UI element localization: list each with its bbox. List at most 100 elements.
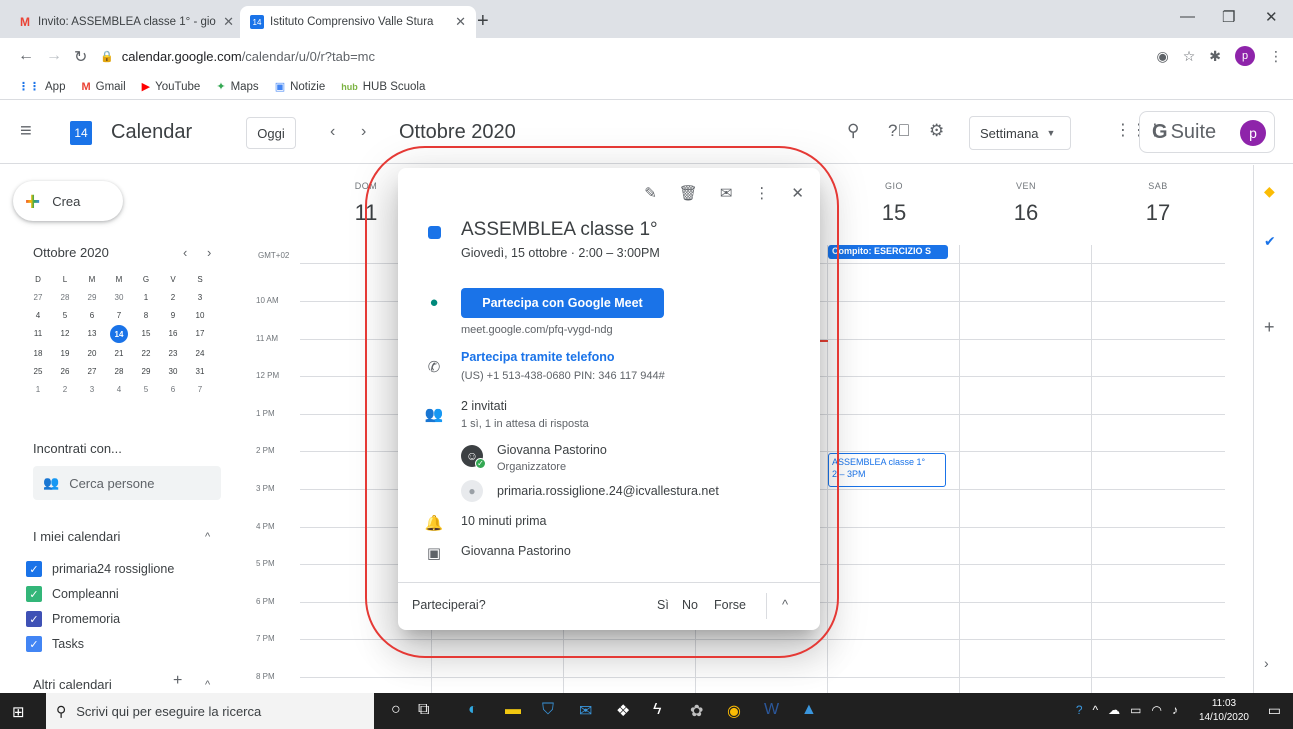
mini-calendar-day[interactable]: 30: [162, 363, 184, 379]
store-icon[interactable]: ⛉: [542, 701, 554, 719]
mini-calendar-day[interactable]: 9: [162, 307, 184, 323]
edit-icon[interactable]: ✎: [644, 184, 657, 202]
calendar-item[interactable]: ✓ Promemoria: [26, 611, 120, 627]
calendar-item[interactable]: ✓ Tasks: [26, 636, 84, 652]
mini-calendar-day[interactable]: 31: [189, 363, 211, 379]
profile-avatar[interactable]: p: [1235, 46, 1255, 66]
back-icon[interactable]: ←: [18, 47, 34, 65]
bookmark-maps[interactable]: ✦ Maps: [216, 80, 258, 94]
address-bar[interactable]: 🔒 calendar.google.com/calendar/u/0/r?tab…: [100, 42, 1260, 70]
restore-icon[interactable]: ❐: [1222, 8, 1235, 26]
task-view-icon[interactable]: ⧉: [418, 701, 429, 719]
mini-calendar-day[interactable]: 5: [54, 307, 76, 323]
bookmark-hub-scuola[interactable]: hub HUB Scuola: [341, 81, 425, 93]
mini-calendar-day[interactable]: 3: [189, 289, 211, 305]
eye-icon[interactable]: ◉: [1156, 48, 1168, 65]
event-chip[interactable]: ASSEMBLEA classe 1° 2 – 3PM: [828, 453, 946, 487]
keep-icon[interactable]: ◆: [1264, 183, 1275, 200]
mini-calendar-day[interactable]: 4: [27, 307, 49, 323]
windows-start-icon[interactable]: ⊞: [12, 703, 25, 721]
bookmark-apps[interactable]: ⋮⋮ App: [18, 80, 65, 94]
cortana-icon[interactable]: ○: [391, 701, 401, 719]
mini-calendar-day[interactable]: 3: [81, 381, 103, 397]
mini-calendar-day[interactable]: 20: [81, 345, 103, 361]
app-icon[interactable]: ϟ: [653, 701, 661, 719]
join-by-phone-link[interactable]: Partecipa tramite telefono: [461, 350, 615, 364]
mini-calendar-day[interactable]: 28: [54, 289, 76, 305]
mini-calendar-day[interactable]: 29: [81, 289, 103, 305]
forward-icon[interactable]: →: [46, 47, 62, 65]
next-week-icon[interactable]: ›: [361, 123, 366, 141]
star-icon[interactable]: ☆: [1183, 48, 1196, 65]
today-button[interactable]: Oggi: [246, 117, 296, 149]
create-button[interactable]: + Crea: [13, 181, 123, 221]
rsvp-yes-button[interactable]: Sì: [657, 598, 669, 612]
join-meet-button[interactable]: Partecipa con Google Meet: [461, 288, 664, 318]
mini-calendar-day[interactable]: 13: [81, 325, 103, 341]
mini-calendar-day[interactable]: 29: [135, 363, 157, 379]
mini-calendar-day[interactable]: 4: [108, 381, 130, 397]
mini-calendar-day[interactable]: 7: [108, 307, 130, 323]
rsvp-no-button[interactable]: No: [682, 598, 698, 612]
system-clock[interactable]: 11:03 14/10/2020: [1199, 697, 1249, 725]
mini-calendar-day[interactable]: 16: [162, 325, 184, 341]
settings-gear-icon[interactable]: ⚙: [929, 121, 944, 141]
mini-calendar-day[interactable]: 30: [108, 289, 130, 305]
word-icon[interactable]: W: [764, 701, 779, 719]
close-icon[interactable]: ✕: [223, 14, 234, 30]
close-icon[interactable]: ✕: [455, 14, 466, 30]
checkbox-icon[interactable]: ✓: [26, 636, 42, 652]
guest-email[interactable]: primaria.rossiglione.24@icvallestura.net: [497, 484, 719, 498]
mini-calendar-day[interactable]: 18: [27, 345, 49, 361]
expand-panel-icon[interactable]: ›: [1264, 655, 1269, 671]
checkbox-icon[interactable]: ✓: [26, 586, 42, 602]
menu-icon[interactable]: ⋮: [1269, 48, 1283, 65]
checkbox-icon[interactable]: ✓: [26, 561, 42, 577]
mini-calendar-day[interactable]: 8: [135, 307, 157, 323]
search-people-input[interactable]: 👥 Cerca persone: [33, 466, 221, 500]
new-tab-button[interactable]: +: [477, 10, 489, 33]
network-icon[interactable]: ◠: [1152, 703, 1162, 717]
photos-icon[interactable]: ▲: [801, 701, 817, 719]
chevron-up-icon[interactable]: ^: [782, 597, 788, 612]
mini-calendar-day[interactable]: 10: [189, 307, 211, 323]
chevron-up-icon[interactable]: ^: [205, 531, 210, 543]
day-header-thu[interactable]: GIO 15: [828, 181, 960, 226]
close-icon[interactable]: ✕: [791, 184, 804, 202]
reload-icon[interactable]: ↻: [74, 47, 87, 67]
meet-link[interactable]: meet.google.com/pfq-vygd-ndg: [461, 324, 613, 336]
mini-calendar-day[interactable]: 6: [162, 381, 184, 397]
organizer-name[interactable]: Giovanna Pastorino: [497, 443, 607, 457]
notifications-icon[interactable]: ▭: [1268, 702, 1281, 719]
mini-calendar-day[interactable]: 2: [54, 381, 76, 397]
chevron-up-icon[interactable]: ^: [205, 679, 210, 691]
email-icon[interactable]: ✉: [720, 184, 733, 202]
search-icon[interactable]: ⚲: [847, 121, 859, 141]
edge-icon[interactable]: ◐: [468, 701, 478, 719]
add-addon-icon[interactable]: +: [1264, 317, 1275, 338]
rsvp-maybe-button[interactable]: Forse: [714, 598, 746, 612]
paint-icon[interactable]: ✿: [690, 701, 703, 721]
calendar-item[interactable]: ✓ Compleanni: [26, 586, 119, 602]
extensions-icon[interactable]: ✱: [1209, 48, 1221, 65]
main-menu-icon[interactable]: ≡: [20, 120, 32, 143]
mini-calendar-day[interactable]: 28: [108, 363, 130, 379]
mini-prev-icon[interactable]: ‹: [183, 245, 187, 260]
taskbar-search-input[interactable]: ⚲ Scrivi qui per eseguire la ricerca: [46, 693, 374, 729]
mini-calendar-day[interactable]: 27: [81, 363, 103, 379]
browser-tab-calendar[interactable]: 14 Istituto Comprensivo Valle Stura ✕: [240, 6, 476, 38]
battery-icon[interactable]: ▭: [1130, 703, 1141, 717]
mini-calendar-day[interactable]: 11: [27, 325, 49, 341]
mini-calendar-day[interactable]: 14: [110, 325, 128, 343]
mini-calendar-day[interactable]: 15: [135, 325, 157, 341]
chrome-icon[interactable]: ◉: [727, 701, 741, 721]
bookmark-youtube[interactable]: ▶ YouTube: [142, 80, 201, 94]
mini-next-icon[interactable]: ›: [207, 245, 211, 260]
bookmark-gmail[interactable]: M Gmail: [81, 81, 125, 93]
mini-calendar-day[interactable]: 5: [135, 381, 157, 397]
mini-calendar-day[interactable]: 24: [189, 345, 211, 361]
my-calendars-title[interactable]: I miei calendari: [33, 529, 120, 544]
mini-calendar-day[interactable]: 1: [27, 381, 49, 397]
mini-calendar-day[interactable]: 17: [189, 325, 211, 341]
delete-icon[interactable]: 🗑: [679, 184, 698, 202]
